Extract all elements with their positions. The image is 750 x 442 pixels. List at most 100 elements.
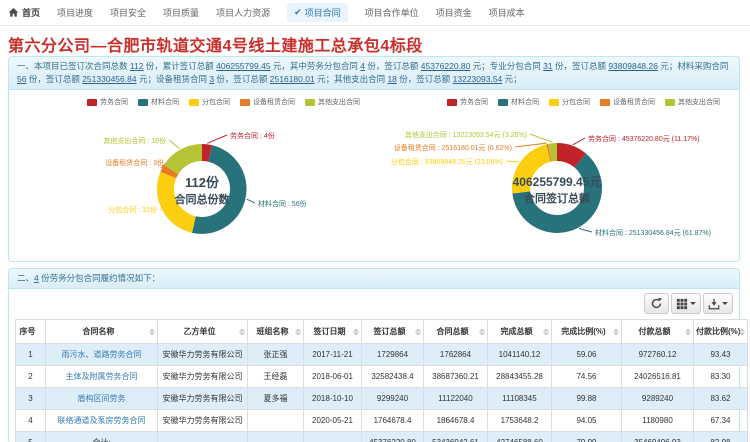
export-button[interactable] xyxy=(703,293,733,314)
table-cell xyxy=(304,432,362,442)
sort-carets-icon[interactable] xyxy=(239,328,245,335)
nav-item-label: 项目安全 xyxy=(110,6,146,19)
nav-item-7[interactable]: 项目成本 xyxy=(489,6,525,19)
table-cell: 张正强 xyxy=(248,344,304,366)
column-header-7[interactable]: 完成总额 xyxy=(488,320,552,344)
legend-label: 劳务合同 xyxy=(100,97,128,107)
columns-button[interactable] xyxy=(671,293,701,314)
labor-contracts-panel: 二、4 份劳务分包合同履约情况如下： xyxy=(8,268,740,442)
nav-item-0[interactable]: 项目进度 xyxy=(57,6,93,19)
column-header-6[interactable]: 合同总额 xyxy=(424,320,488,344)
table-cell: 79.99 xyxy=(552,432,622,442)
home-label: 首页 xyxy=(22,6,40,19)
legend-label: 设备租赁合同 xyxy=(253,97,295,107)
summary-text-part: 元； xyxy=(502,74,521,84)
legend-item-0[interactable]: 劳务合同 xyxy=(87,97,128,107)
summary-text-part: 份，签订总额 xyxy=(365,61,421,71)
legend-item-2[interactable]: 分包合同 xyxy=(189,97,230,107)
legend-swatch xyxy=(138,99,148,106)
legend-label: 其他支出合同 xyxy=(318,97,360,107)
sort-carets-icon[interactable] xyxy=(543,328,549,335)
sort-carets-icon[interactable] xyxy=(613,328,619,335)
table-row-4: 5合计:45376220.8053436942.6142746588.6079.… xyxy=(16,432,748,442)
sort-carets-icon[interactable] xyxy=(479,328,485,335)
legend-swatch xyxy=(240,99,250,106)
column-header-5[interactable]: 签订总额 xyxy=(362,320,424,344)
summary-text-part: 份，签订总额 xyxy=(553,61,609,71)
sort-carets-icon[interactable] xyxy=(415,328,421,335)
table-cell: 82.98 xyxy=(694,432,748,442)
contract-count-donut-chart[interactable]: 劳务合同 : 4份材料合同 : 56份分包合同 : 31份设备租赁合同 : 3份… xyxy=(9,108,375,258)
table-cell: 1753648.2 xyxy=(488,410,552,432)
refresh-button[interactable] xyxy=(644,293,669,314)
legend-swatch xyxy=(447,99,457,106)
nav-item-2[interactable]: 项目质量 xyxy=(163,6,199,19)
contract-amount-donut-chart[interactable]: 劳务合同 : 45376220.80元 (11.17%)材料合同 : 25133… xyxy=(375,108,740,258)
summary-number-link[interactable]: 45376220.80 xyxy=(421,61,471,71)
nav-item-4[interactable]: ✔项目合同 xyxy=(287,3,348,22)
table-cell: 1180980 xyxy=(622,410,694,432)
legend-item-1[interactable]: 材料合同 xyxy=(138,97,179,107)
table-cell: 83.62 xyxy=(694,388,748,410)
column-header-label: 班组名称 xyxy=(257,327,289,336)
legend-item-2[interactable]: 分包合同 xyxy=(549,97,590,107)
column-header-1[interactable]: 合同名称 xyxy=(46,320,158,344)
table-cell: 2018-06-01 xyxy=(304,366,362,388)
sort-carets-icon[interactable] xyxy=(353,328,359,335)
nav-item-3[interactable]: 项目人力资源 xyxy=(216,6,270,19)
export-icon xyxy=(708,298,720,310)
contract-name-link[interactable]: 联络通道及泵房劳务合同 xyxy=(46,410,158,432)
contract-name-link[interactable]: 雨污水、道路劳务合同 xyxy=(46,344,158,366)
refresh-icon xyxy=(650,297,663,310)
column-header-0[interactable]: 序号 xyxy=(16,320,46,344)
nav-item-6[interactable]: 项目资金 xyxy=(436,6,472,19)
column-header-3[interactable]: 班组名称 xyxy=(248,320,304,344)
legend-item-0[interactable]: 劳务合同 xyxy=(447,97,488,107)
table-cell: 5 xyxy=(16,432,46,442)
legend-item-4[interactable]: 其他支出合同 xyxy=(665,97,720,107)
legend-label: 材料合同 xyxy=(511,97,539,107)
column-header-9[interactable]: 付款总额 xyxy=(622,320,694,344)
summary-number-link[interactable]: 13223093.54 xyxy=(453,74,503,84)
legend-swatch xyxy=(87,99,97,106)
legend-item-3[interactable]: 设备租赁合同 xyxy=(600,97,655,107)
home-link[interactable]: 首页 xyxy=(8,6,40,19)
sort-carets-icon[interactable] xyxy=(685,328,691,335)
summary-text-part: 元；专业分包合同 xyxy=(470,61,543,71)
nav-item-5[interactable]: 项目合作单位 xyxy=(365,6,419,19)
label-leader-line xyxy=(573,138,585,145)
column-header-4[interactable]: 签订日期 xyxy=(304,320,362,344)
column-header-2[interactable]: 乙方单位 xyxy=(158,320,248,344)
contract-name-link[interactable]: 主体及附属劳务合同 xyxy=(46,366,158,388)
column-header-8[interactable]: 完成比例(%) xyxy=(552,320,622,344)
slice-label: 设备租赁合同 : 2516180.01元 (0.62%) xyxy=(394,143,512,152)
slice-label: 设备租赁合同 : 3份 xyxy=(105,158,164,167)
table-cell: 83.30 xyxy=(694,366,748,388)
column-header-10[interactable]: 付款比例(%) xyxy=(694,320,748,344)
sort-carets-icon[interactable] xyxy=(295,328,301,335)
legend-item-3[interactable]: 设备租赁合同 xyxy=(240,97,295,107)
table-cell: 1 xyxy=(16,344,46,366)
summary-number-link[interactable]: 406255799.45 xyxy=(216,61,270,71)
summary-number-link[interactable]: 251330456.84 xyxy=(82,74,136,84)
app-root: 首页项目进度项目安全项目质量项目人力资源✔项目合同项目合作单位项目资金项目成本 … xyxy=(0,0,750,442)
sort-carets-icon[interactable] xyxy=(739,328,745,335)
summary-number-link[interactable]: 31 xyxy=(543,61,552,71)
contract-amount-legend: 劳务合同 材料合同分包合同设备租赁合同其他支出合同 xyxy=(447,97,720,107)
contract-name-link[interactable]: 盾构区间劳务 xyxy=(46,388,158,410)
table-cell: 安徽华力劳务有限公司 xyxy=(158,410,248,432)
legend-item-4[interactable]: 其他支出合同 xyxy=(305,97,360,107)
legend-label: 劳务合同 xyxy=(460,97,488,107)
summary-number-link[interactable]: 112 xyxy=(130,61,144,71)
nav-item-1[interactable]: 项目安全 xyxy=(110,6,146,19)
legend-item-1[interactable]: 材料合同 xyxy=(498,97,539,107)
summary-number-link[interactable]: 93809848.26 xyxy=(608,61,658,71)
column-header-label: 序号 xyxy=(20,327,36,336)
legend-swatch xyxy=(498,99,508,106)
summary-number-link[interactable]: 2516180.01 xyxy=(270,74,315,84)
sort-carets-icon[interactable] xyxy=(149,328,155,335)
donut-center-value: 112份 xyxy=(185,175,220,190)
slice-label: 劳务合同 : 4份 xyxy=(230,131,275,140)
summary-number-link[interactable]: 18 xyxy=(387,74,396,84)
summary-text-part: 元；其他支出合同 xyxy=(315,74,388,84)
